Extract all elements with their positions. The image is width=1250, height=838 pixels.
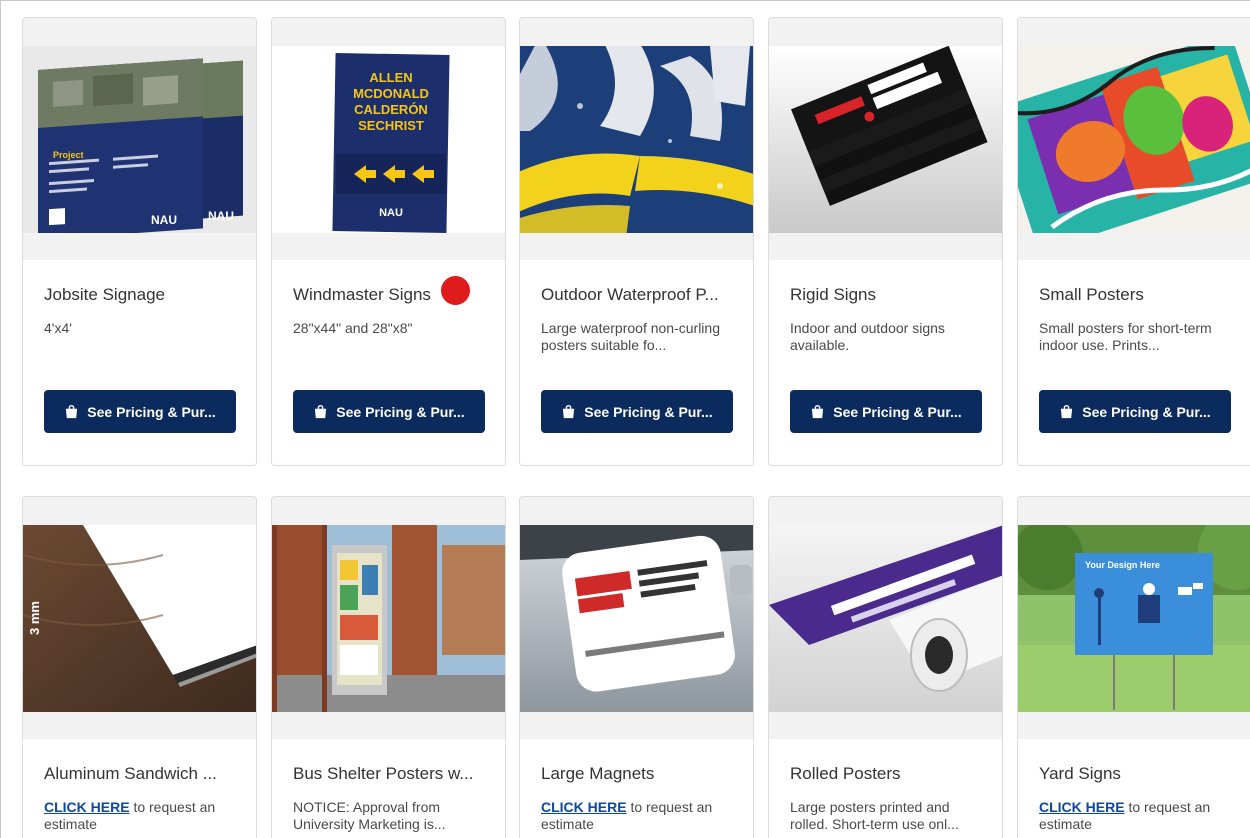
product-title[interactable]: Rigid Signs xyxy=(790,285,985,305)
see-pricing-label: See Pricing & Pur... xyxy=(336,403,465,420)
aluminum-sandwich-image: 3 mm xyxy=(23,525,256,712)
sign-name-3: CALDERÓN xyxy=(354,102,428,117)
product-image-frame xyxy=(520,497,753,739)
product-description: Large waterproof non-curling posters sui… xyxy=(541,320,720,353)
click-here-link[interactable]: CLICK HERE xyxy=(1039,799,1125,815)
click-here-link[interactable]: CLICK HERE xyxy=(44,799,130,815)
product-image-frame xyxy=(272,497,505,739)
nau-logo: NAU xyxy=(379,207,403,219)
product-card-rigid-signs[interactable]: Rigid Signs Indoor and outdoor signs ava… xyxy=(768,17,1003,466)
product-image-frame xyxy=(520,18,753,260)
product-description: CLICK HERE to request an estimate xyxy=(1039,799,1234,833)
product-title[interactable]: Yard Signs xyxy=(1039,764,1234,784)
shopping-bag-icon xyxy=(1061,404,1073,419)
nau-logo: NAU xyxy=(151,213,177,227)
product-description: 4'x4' xyxy=(44,320,72,336)
see-pricing-label: See Pricing & Pur... xyxy=(584,403,713,420)
product-card-windmaster-signs[interactable]: ALLEN MCDONALD CALDERÓN SECHRIST NAU Win… xyxy=(271,17,506,466)
sign-name-4: SECHRIST xyxy=(358,118,424,133)
product-description: NOTICE: Approval from University Marketi… xyxy=(293,799,446,832)
jobsite-poster-image: Project NAU NAU xyxy=(23,46,256,233)
product-image[interactable] xyxy=(769,525,1002,712)
product-image-frame: Project NAU NAU xyxy=(23,18,256,260)
product-card-large-magnets[interactable]: Large Magnets CLICK HERE to request an e… xyxy=(519,496,754,838)
see-pricing-button[interactable]: See Pricing & Pur... xyxy=(293,390,485,433)
product-image[interactable]: 3 mm xyxy=(23,525,256,712)
product-title[interactable]: Rolled Posters xyxy=(790,764,985,784)
product-title[interactable]: Jobsite Signage xyxy=(44,285,239,305)
sign-name-1: ALLEN xyxy=(369,70,412,85)
product-title[interactable]: Large Magnets xyxy=(541,764,736,784)
sign-name-2: MCDONALD xyxy=(353,86,429,101)
shopping-bag-icon xyxy=(66,404,78,419)
see-pricing-label: See Pricing & Pur... xyxy=(87,403,216,420)
product-grid: Project NAU NAU Jobsite Signage 4'x4' Se… xyxy=(0,0,1250,838)
product-card-rolled-posters[interactable]: Rolled Posters Large posters printed and… xyxy=(768,496,1003,838)
product-description: CLICK HERE to request an estimate xyxy=(44,799,239,833)
shopping-bag-icon xyxy=(563,404,575,419)
product-description: Indoor and outdoor signs available. xyxy=(790,320,945,353)
see-pricing-button[interactable]: See Pricing & Pur... xyxy=(1039,390,1231,433)
product-image[interactable] xyxy=(520,46,753,233)
product-description: 28"x44" and 28"x8" xyxy=(293,320,413,336)
small-posters-image xyxy=(1018,46,1250,233)
product-image-frame: Your Design Here xyxy=(1018,497,1250,739)
product-card-yard-signs[interactable]: Your Design Here Yard Signs CLICK HERE t… xyxy=(1017,496,1250,838)
product-image[interactable]: ALLEN MCDONALD CALDERÓN SECHRIST NAU xyxy=(272,46,505,233)
product-image[interactable] xyxy=(520,525,753,712)
product-image[interactable]: Your Design Here xyxy=(1018,525,1250,712)
waterproof-poster-image xyxy=(520,46,753,233)
product-image[interactable] xyxy=(1018,46,1250,233)
product-image[interactable]: Project NAU NAU xyxy=(23,46,256,233)
product-card-outdoor-waterproof[interactable]: Outdoor Waterproof P... Large waterproof… xyxy=(519,17,754,466)
product-description: CLICK HERE to request an estimate xyxy=(541,799,736,833)
see-pricing-button[interactable]: See Pricing & Pur... xyxy=(790,390,982,433)
product-image-frame xyxy=(1018,18,1250,260)
windmaster-sign-image: ALLEN MCDONALD CALDERÓN SECHRIST NAU xyxy=(272,46,505,233)
product-title[interactable]: Bus Shelter Posters w... xyxy=(293,764,488,784)
click-here-link[interactable]: CLICK HERE xyxy=(541,799,627,815)
product-card-jobsite-signage[interactable]: Project NAU NAU Jobsite Signage 4'x4' Se… xyxy=(22,17,257,466)
product-card-bus-shelter-posters[interactable]: Bus Shelter Posters w... NOTICE: Approva… xyxy=(271,496,506,838)
shopping-bag-icon xyxy=(315,404,327,419)
product-title[interactable]: Small Posters xyxy=(1039,285,1234,305)
product-image-frame: ALLEN MCDONALD CALDERÓN SECHRIST NAU xyxy=(272,18,505,260)
product-description: Small posters for short-term indoor use.… xyxy=(1039,320,1212,353)
shopping-bag-icon xyxy=(812,404,824,419)
product-image-frame: 3 mm xyxy=(23,497,256,739)
product-title[interactable]: Aluminum Sandwich ... xyxy=(44,764,239,784)
poster-project-label: Project xyxy=(53,150,84,160)
nau-logo-back: NAU xyxy=(208,209,234,223)
bus-shelter-image xyxy=(272,525,505,712)
product-description: Large posters printed and rolled. Short-… xyxy=(790,799,959,832)
product-image[interactable] xyxy=(272,525,505,712)
rigid-signs-image xyxy=(769,46,1002,233)
see-pricing-button[interactable]: See Pricing & Pur... xyxy=(44,390,236,433)
see-pricing-label: See Pricing & Pur... xyxy=(1082,403,1211,420)
see-pricing-button[interactable]: See Pricing & Pur... xyxy=(541,390,733,433)
red-marker-dot xyxy=(441,276,470,305)
see-pricing-label: See Pricing & Pur... xyxy=(833,403,962,420)
product-image-frame xyxy=(769,18,1002,260)
product-card-small-posters[interactable]: Small Posters Small posters for short-te… xyxy=(1017,17,1250,466)
car-magnet-image xyxy=(520,525,753,712)
thickness-label: 3 mm xyxy=(27,601,42,635)
product-title[interactable]: Outdoor Waterproof P... xyxy=(541,285,736,305)
product-image[interactable] xyxy=(769,46,1002,233)
yard-sign-image: Your Design Here xyxy=(1018,525,1250,712)
yard-sign-caption: Your Design Here xyxy=(1085,560,1160,570)
product-card-aluminum-sandwich[interactable]: 3 mm Aluminum Sandwich ... CLICK HERE to… xyxy=(22,496,257,838)
rolled-poster-image xyxy=(769,525,1002,712)
product-image-frame xyxy=(769,497,1002,739)
